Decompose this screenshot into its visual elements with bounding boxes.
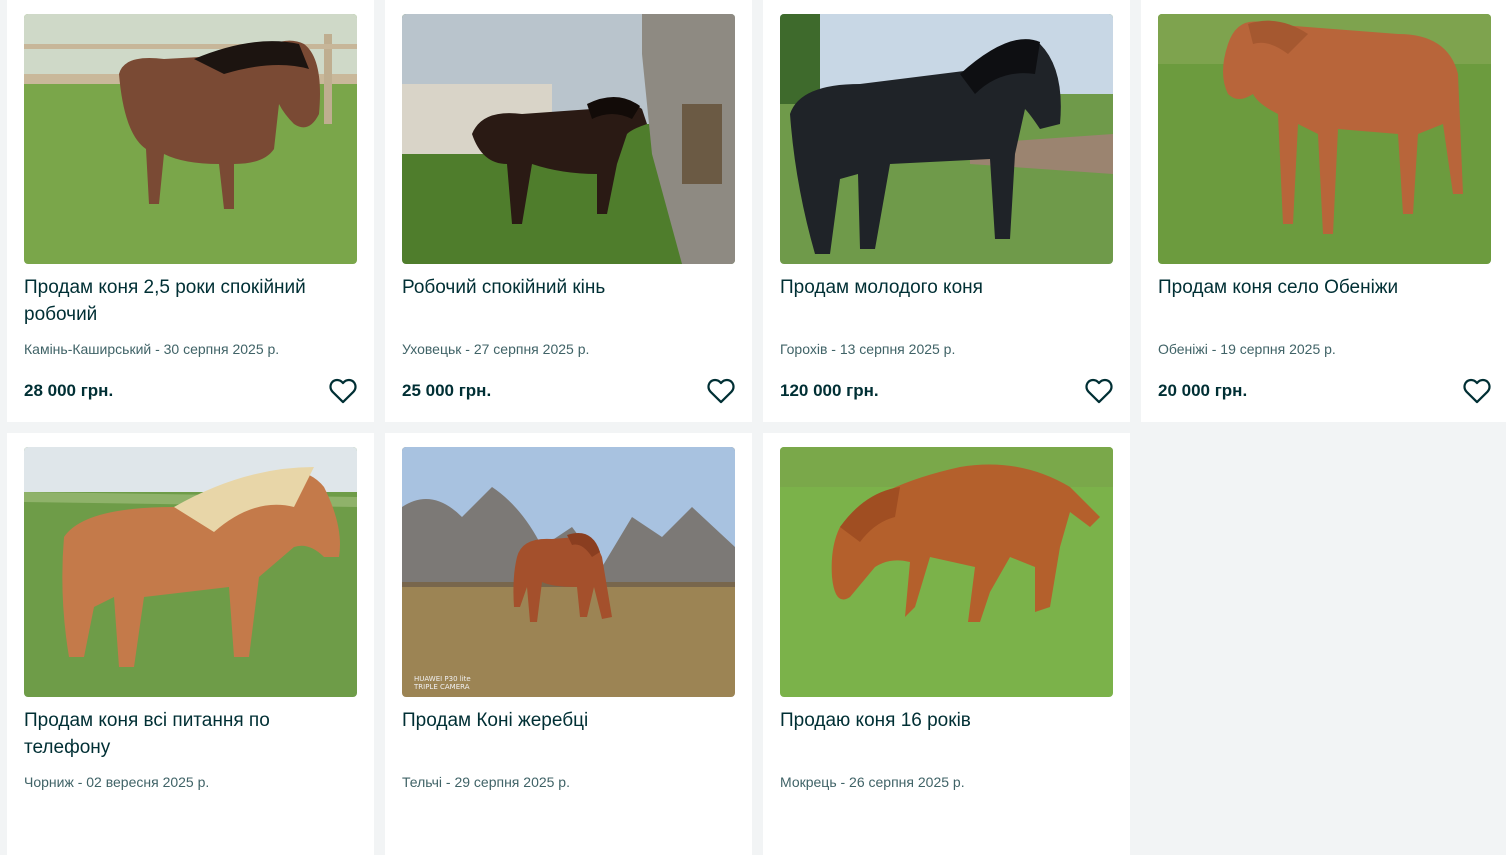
listing-price-row: 25 000 грн.	[402, 376, 735, 406]
listing-location-date: Горохів - 13 серпня 2025 р.	[780, 341, 956, 357]
listing-location-date: Обеніжі - 19 серпня 2025 р.	[1158, 341, 1336, 357]
listing-location-date: Чорниж - 02 вересня 2025 р.	[24, 774, 210, 790]
listing-photo[interactable]	[1158, 14, 1491, 264]
listing-card[interactable]: HUAWEI P30 lite TRIPLE CAMERA Продам Кон…	[385, 433, 752, 855]
listing-price-row: 20 000 грн.	[1158, 376, 1491, 406]
listing-card[interactable]: Продам коня всі питання по телефону Чорн…	[7, 433, 374, 855]
listing-title[interactable]: Продам Коні жеребці	[402, 707, 735, 761]
horse-photo-image	[402, 14, 735, 264]
listing-card[interactable]: Продам молодого коня Горохів - 13 серпня…	[763, 0, 1130, 422]
horse-photo-image	[402, 447, 735, 697]
listing-location-date: Камінь-Каширський - 30 серпня 2025 р.	[24, 341, 280, 357]
listing-location-date: Уховецьк - 27 серпня 2025 р.	[402, 341, 590, 357]
listing-card[interactable]: Продам коня село Обеніжи Обеніжі - 19 се…	[1141, 0, 1506, 422]
listing-price-row: 28 000 грн.	[24, 376, 357, 406]
listing-card[interactable]: Продам коня 2,5 роки спокійний робочий К…	[7, 0, 374, 422]
listing-title[interactable]: Робочий спокійний кінь	[402, 274, 735, 328]
horse-photo-image	[24, 447, 357, 697]
listing-price-row: 120 000 грн.	[780, 376, 1113, 406]
listing-photo[interactable]	[24, 14, 357, 264]
listing-photo[interactable]	[24, 447, 357, 697]
listing-photo[interactable]	[780, 447, 1113, 697]
horse-photo-image	[780, 447, 1113, 697]
listing-photo[interactable]: HUAWEI P30 lite TRIPLE CAMERA	[402, 447, 735, 697]
listing-price: 20 000 грн.	[1158, 381, 1248, 400]
listing-card[interactable]: Продаю коня 16 років Мокрець - 26 серпня…	[763, 433, 1130, 855]
horse-photo-image	[1158, 14, 1491, 264]
listing-location-date: Тельчі - 29 серпня 2025 р.	[402, 774, 570, 790]
listing-location-date: Мокрець - 26 серпня 2025 р.	[780, 774, 965, 790]
listing-title[interactable]: Продам коня всі питання по телефону	[24, 707, 357, 761]
heart-outline-icon[interactable]	[707, 377, 735, 405]
heart-outline-icon[interactable]	[1085, 377, 1113, 405]
listings-grid: Продам коня 2,5 роки спокійний робочий К…	[7, 0, 1506, 855]
horse-photo-image	[780, 14, 1113, 264]
heart-outline-icon[interactable]	[1463, 377, 1491, 405]
camera-watermark: HUAWEI P30 lite TRIPLE CAMERA	[414, 675, 471, 691]
listing-price: 25 000 грн.	[402, 381, 492, 400]
listing-photo[interactable]	[780, 14, 1113, 264]
listing-price: 28 000 грн.	[24, 381, 114, 400]
listing-price: 120 000 грн.	[780, 381, 879, 400]
listing-photo[interactable]	[402, 14, 735, 264]
listing-title[interactable]: Продам коня 2,5 роки спокійний робочий	[24, 274, 357, 328]
heart-outline-icon[interactable]	[329, 377, 357, 405]
listing-title[interactable]: Продаю коня 16 років	[780, 707, 1113, 761]
listing-title[interactable]: Продам коня село Обеніжи	[1158, 274, 1491, 328]
listing-card[interactable]: Робочий спокійний кінь Уховецьк - 27 сер…	[385, 0, 752, 422]
horse-photo-image	[24, 14, 357, 264]
listing-title[interactable]: Продам молодого коня	[780, 274, 1113, 328]
